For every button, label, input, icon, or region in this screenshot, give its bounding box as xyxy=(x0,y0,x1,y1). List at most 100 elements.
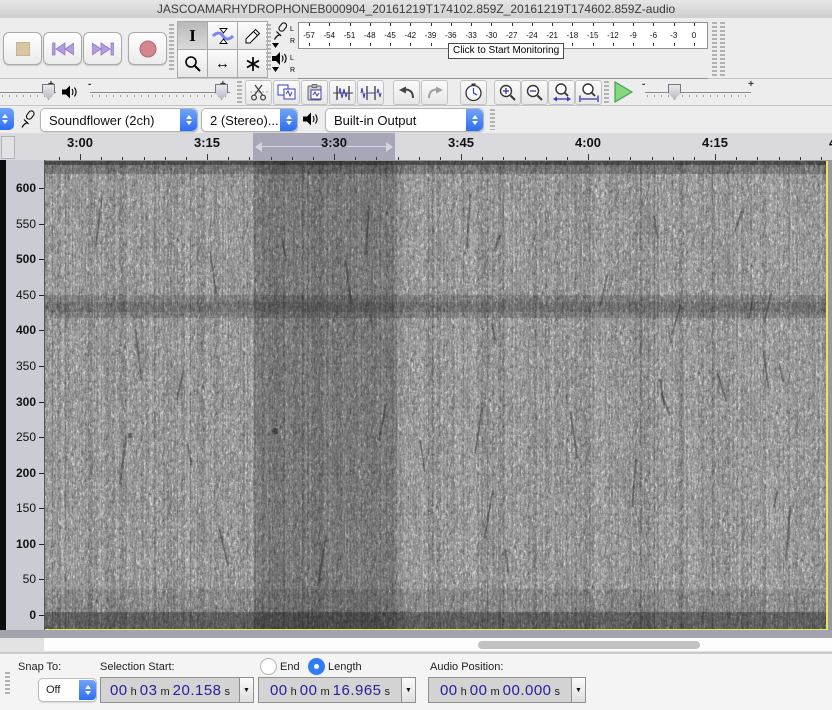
meter-tick-label: -21 xyxy=(546,31,558,40)
time-format-dropdown-icon[interactable]: ▼ xyxy=(239,678,253,702)
envelope-tool-button[interactable] xyxy=(208,22,237,49)
track-right-margin xyxy=(828,160,832,630)
silence-audio-button[interactable] xyxy=(357,80,384,105)
multi-tool-star-icon xyxy=(245,56,261,72)
horizontal-scrollbar-thumb[interactable] xyxy=(478,641,700,649)
stop-button[interactable] xyxy=(3,32,42,65)
rewind-icon xyxy=(52,42,74,56)
selection-toolbar-grip[interactable] xyxy=(5,672,10,694)
frequency-ruler[interactable]: 650600550500450400350300250200150100500 xyxy=(6,160,45,630)
meter-tick-label: -27 xyxy=(506,31,518,40)
meter-tick-label: -6 xyxy=(650,31,657,40)
draw-tool-button[interactable] xyxy=(238,22,267,49)
pencil-icon xyxy=(245,28,261,44)
play-at-speed-button[interactable] xyxy=(612,81,634,103)
device-toolbar-grip[interactable] xyxy=(490,109,495,130)
spectrogram[interactable] xyxy=(45,161,828,629)
selection-toolbar: Snap To: Off Selection Start: 00h 03m 20… xyxy=(0,653,832,710)
rewind-button[interactable] xyxy=(43,32,82,65)
fit-selection-button[interactable] xyxy=(548,80,575,105)
audio-position-label: Audio Position: xyxy=(430,661,503,673)
meter-tick-label: -9 xyxy=(630,31,637,40)
horizontal-scrollbar[interactable] xyxy=(0,638,832,653)
edit-toolbar-grip[interactable] xyxy=(237,81,242,103)
selection-start-field[interactable]: 00h 03m 20.158s ▼ xyxy=(100,677,254,703)
meter-tick-label: -3 xyxy=(670,31,677,40)
snap-to-label: Snap To: xyxy=(18,661,61,673)
play-meter-right-label: R xyxy=(290,67,295,74)
undo-button[interactable] xyxy=(393,80,420,105)
timeline-label: 3:30 xyxy=(321,135,347,150)
tools-toolbar: I ↔ xyxy=(177,21,268,78)
audio-host-dropdown-partial[interactable] xyxy=(0,108,14,130)
play-at-speed-grip[interactable] xyxy=(604,81,609,103)
sync-lock-button[interactable] xyxy=(460,80,487,105)
input-device-dropdown[interactable]: Soundflower (2ch) xyxy=(40,108,198,132)
time-format-dropdown-icon[interactable]: ▼ xyxy=(571,678,585,702)
window-title: JASCOAMARHYDROPHONEB000904_20161219T1741… xyxy=(0,0,832,19)
timeline-ruler[interactable]: 3:003:153:303:454:004:154:30 xyxy=(0,133,832,161)
output-volume-slider[interactable] xyxy=(215,84,228,100)
input-volume-slider[interactable] xyxy=(42,84,55,100)
selection-tool-button[interactable]: I xyxy=(178,22,207,49)
selection-length-field[interactable]: 00h 00m 16.965s ▼ xyxy=(258,677,416,703)
redo-arrow-icon xyxy=(425,85,445,101)
zoom-tool-button[interactable] xyxy=(178,50,207,77)
speed-slider-plus: + xyxy=(748,79,754,90)
freq-label: 600 xyxy=(16,181,36,195)
clock-icon xyxy=(464,83,483,102)
play-at-speed-icon xyxy=(612,81,634,103)
magnifier-icon xyxy=(184,55,202,73)
zoom-in-button[interactable] xyxy=(494,80,521,105)
record-meter-right-label: R xyxy=(290,38,295,45)
meter-toolbar-grip[interactable] xyxy=(266,24,271,72)
meter-tick-label: -45 xyxy=(384,31,396,40)
meter-tick-label: -30 xyxy=(486,31,498,40)
speed-slider-thumb[interactable] xyxy=(668,84,681,100)
selection-left-arrow-icon xyxy=(255,142,262,152)
multi-tool-button[interactable] xyxy=(238,50,267,77)
input-device-value: Soundflower (2ch) xyxy=(41,113,180,128)
meter-tick-label: 0 xyxy=(692,31,696,40)
timeshift-tool-button[interactable]: ↔ xyxy=(208,50,237,77)
length-radio[interactable] xyxy=(308,658,325,675)
paste-button[interactable] xyxy=(301,80,328,105)
second-toolbar-row: + - + xyxy=(0,79,832,106)
tools-toolbar-grip[interactable] xyxy=(169,24,174,72)
copy-button[interactable] xyxy=(273,80,300,105)
ruler-corner-box xyxy=(1,136,15,159)
freq-label: 500 xyxy=(16,252,36,266)
end-radio[interactable] xyxy=(260,658,277,675)
freq-label: 200 xyxy=(16,466,36,480)
record-button[interactable] xyxy=(128,32,167,65)
record-meter-left-label: L xyxy=(290,26,294,33)
fast-forward-button[interactable] xyxy=(83,32,122,65)
cut-button[interactable] xyxy=(245,80,272,105)
length-radio-label[interactable]: Length xyxy=(328,661,362,673)
fit-selection-icon xyxy=(552,83,572,102)
freq-label: 400 xyxy=(16,323,36,337)
freq-label: 550 xyxy=(16,217,36,231)
monitoring-tooltip[interactable]: Click to Start Monitoring xyxy=(448,43,564,59)
meter-tick-label: -48 xyxy=(364,31,376,40)
freq-label: 300 xyxy=(16,395,36,409)
zoom-out-button[interactable] xyxy=(521,80,548,105)
input-device-stepper-icon xyxy=(180,109,197,131)
time-format-dropdown-icon[interactable]: ▼ xyxy=(401,678,415,702)
snap-to-dropdown[interactable]: Off xyxy=(38,678,97,702)
redo-button[interactable] xyxy=(421,80,448,105)
meter-grip-2[interactable] xyxy=(720,22,725,76)
meter-grip-1[interactable] xyxy=(712,22,717,76)
speed-slider-track[interactable] xyxy=(645,92,751,93)
input-channels-dropdown[interactable]: 2 (Stereo)... xyxy=(201,108,298,132)
end-radio-label[interactable]: End xyxy=(280,661,300,673)
fit-project-button[interactable] xyxy=(575,80,602,105)
meter-tick-label: -39 xyxy=(425,31,437,40)
meter-tick-label: -51 xyxy=(344,31,356,40)
copy-icon xyxy=(277,84,297,101)
output-volume-track[interactable] xyxy=(90,92,230,93)
output-device-dropdown[interactable]: Built-in Output xyxy=(325,108,484,132)
trim-audio-button[interactable] xyxy=(329,80,356,105)
timeline-label: 3:45 xyxy=(448,135,474,150)
audio-position-field[interactable]: 00h 00m 00.000s ▼ xyxy=(428,677,586,703)
